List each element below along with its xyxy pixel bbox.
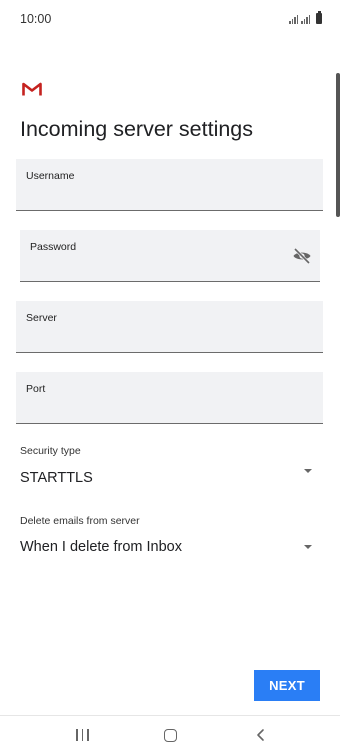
server-label: Server [26, 312, 57, 324]
security-type-select[interactable]: STARTTLS [20, 470, 93, 486]
home-icon[interactable] [164, 729, 177, 742]
signal-icon [301, 14, 310, 24]
server-field[interactable]: Server [16, 301, 323, 353]
status-icons [289, 11, 322, 24]
username-field[interactable]: Username [16, 159, 323, 211]
next-button[interactable]: NEXT [254, 670, 320, 701]
back-icon[interactable] [254, 728, 268, 742]
scrollbar[interactable] [336, 73, 340, 217]
password-label: Password [30, 241, 77, 253]
navigation-bar [0, 715, 340, 755]
password-field[interactable]: Password [20, 230, 320, 282]
username-label: Username [26, 170, 75, 182]
status-bar: 10:00 [0, 0, 340, 38]
port-label: Port [26, 383, 46, 395]
chevron-down-icon[interactable] [304, 469, 312, 473]
security-type-label: Security type [20, 445, 81, 457]
delete-emails-label: Delete emails from server [20, 515, 140, 527]
gmail-icon [22, 82, 42, 96]
port-field[interactable]: Port [16, 372, 323, 424]
page-title: Incoming server settings [20, 117, 254, 141]
signal-icon [289, 14, 298, 24]
battery-icon [316, 11, 322, 24]
recents-icon[interactable] [76, 729, 89, 741]
delete-emails-select[interactable]: When I delete from Inbox [20, 539, 182, 555]
chevron-down-icon[interactable] [304, 545, 312, 549]
status-time: 10:00 [20, 12, 52, 26]
visibility-off-icon[interactable] [292, 247, 312, 265]
